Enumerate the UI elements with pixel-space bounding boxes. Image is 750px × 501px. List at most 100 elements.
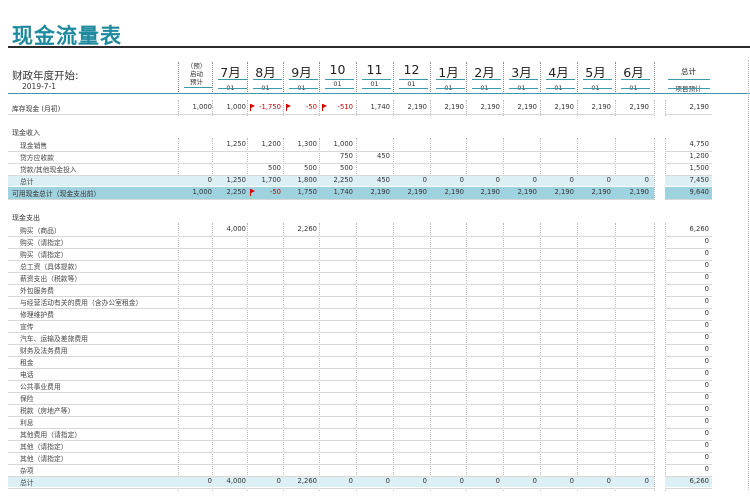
month-header-6[interactable]: 12 01 bbox=[395, 62, 428, 88]
row-cell[interactable]: 2,190 bbox=[505, 103, 537, 111]
row-cell[interactable]: 1,700 bbox=[249, 176, 281, 184]
header-separator bbox=[212, 62, 213, 92]
page-title-colored: 现金流量表 bbox=[12, 24, 122, 48]
row-cell[interactable]: 2,190 bbox=[395, 188, 427, 196]
row-cell[interactable]: 2,190 bbox=[395, 103, 427, 111]
row-label: 购买（请指定） bbox=[20, 251, 68, 259]
expense-row: 保险 0 bbox=[0, 392, 750, 404]
row-cell[interactable]: 0 bbox=[180, 176, 212, 184]
row-cell[interactable]: 4,000 bbox=[214, 477, 246, 485]
row-label: 利息 bbox=[20, 419, 34, 427]
row-cell[interactable]: 0 bbox=[180, 477, 212, 485]
row-total: 0 bbox=[704, 417, 709, 425]
row-cell[interactable]: 2,260 bbox=[285, 225, 317, 233]
expense-row: 税款（房地产等） 0 bbox=[0, 404, 750, 416]
row-cell[interactable]: 1,000 bbox=[321, 140, 353, 148]
row-cell[interactable]: 1,740 bbox=[358, 103, 390, 111]
row-cell[interactable]: 500 bbox=[249, 164, 281, 172]
row-cell[interactable]: 0 bbox=[468, 176, 500, 184]
row-cell[interactable]: 500 bbox=[285, 164, 317, 172]
row-cell[interactable]: 1,750 bbox=[285, 188, 317, 196]
row-label: 现金销售 bbox=[20, 142, 48, 150]
row-total: 0 bbox=[704, 333, 709, 341]
row-cell[interactable]: 0 bbox=[617, 477, 649, 485]
row-cell[interactable]: 1,250 bbox=[214, 176, 246, 184]
month-underline-lower bbox=[621, 88, 650, 89]
row-cell[interactable]: 2,190 bbox=[432, 103, 464, 111]
expense-row: 财务及法务费用 0 bbox=[0, 344, 750, 356]
row-cell[interactable]: 2,190 bbox=[579, 103, 611, 111]
row-cell[interactable]: 2,190 bbox=[505, 188, 537, 196]
row-cell[interactable]: 2,190 bbox=[617, 188, 649, 196]
header-separator bbox=[577, 62, 578, 92]
row-cell[interactable]: 1,200 bbox=[249, 140, 281, 148]
income-row: 贷方应收款 750 450 1,200 bbox=[0, 151, 750, 163]
expense-row: 其他费用（请指定） 0 bbox=[0, 428, 750, 440]
row-cell[interactable]: 4,000 bbox=[214, 225, 246, 233]
row-cell[interactable]: 2,190 bbox=[432, 188, 464, 196]
header-separator bbox=[283, 62, 284, 92]
row-label: 修理维护费 bbox=[20, 311, 54, 319]
month-underline bbox=[253, 79, 282, 80]
month-header-4[interactable]: 10 01 bbox=[321, 62, 354, 88]
row-cell[interactable]: 450 bbox=[358, 176, 390, 184]
row-cell[interactable]: 0 bbox=[321, 477, 353, 485]
month-underline-lower bbox=[583, 88, 612, 89]
row-cell[interactable]: 0 bbox=[542, 176, 574, 184]
row-total: 1,500 bbox=[689, 164, 709, 172]
expense-row: 购买（商品） 4,000 2,260 6,260 bbox=[0, 224, 750, 236]
row-cell[interactable]: 2,190 bbox=[358, 188, 390, 196]
expense-row: 租金 0 bbox=[0, 356, 750, 368]
month-underline-lower bbox=[325, 88, 354, 89]
row-cell[interactable]: 0 bbox=[579, 176, 611, 184]
row-cell[interactable]: 0 bbox=[395, 176, 427, 184]
month-header-5[interactable]: 11 01 bbox=[358, 62, 391, 88]
month-underline bbox=[362, 79, 391, 80]
row-cell[interactable]: 0 bbox=[505, 176, 537, 184]
row-cell[interactable]: 450 bbox=[358, 152, 390, 160]
row-cell[interactable]: 0 bbox=[617, 176, 649, 184]
row-divider-total bbox=[665, 488, 712, 489]
row-cell[interactable]: 1,000 bbox=[214, 103, 246, 111]
expense-section-label: 现金支出 bbox=[12, 214, 40, 222]
row-cell[interactable]: 0 bbox=[542, 477, 574, 485]
row-cell[interactable]: 2,190 bbox=[579, 188, 611, 196]
fiscal-year-date[interactable]: 2019-7-1 bbox=[22, 82, 56, 91]
row-cell[interactable]: 2,190 bbox=[542, 188, 574, 196]
row-cell[interactable]: 2,190 bbox=[468, 103, 500, 111]
row-label: 购买（商品） bbox=[20, 227, 61, 235]
row-cell[interactable]: 0 bbox=[432, 477, 464, 485]
header-separator bbox=[503, 62, 504, 92]
row-cell[interactable]: 0 bbox=[249, 477, 281, 485]
row-cell[interactable]: 0 bbox=[395, 477, 427, 485]
row-cell[interactable]: 0 bbox=[505, 477, 537, 485]
month-year: 01 bbox=[333, 80, 342, 88]
row-cell[interactable]: 1,740 bbox=[321, 188, 353, 196]
row-cell[interactable]: 0 bbox=[579, 477, 611, 485]
negative-flag-icon bbox=[287, 104, 291, 108]
row-cell[interactable]: 1,300 bbox=[285, 140, 317, 148]
month-underline bbox=[436, 79, 465, 80]
row-cell[interactable]: 0 bbox=[432, 176, 464, 184]
row-cell[interactable]: 2,190 bbox=[542, 103, 574, 111]
row-cell[interactable]: 2,260 bbox=[285, 477, 317, 485]
header-separator bbox=[356, 62, 357, 92]
row-cell[interactable]: 1,800 bbox=[285, 176, 317, 184]
row-cell[interactable]: 0 bbox=[468, 477, 500, 485]
row-cell[interactable]: 1,000 bbox=[180, 103, 212, 111]
month-underline bbox=[399, 79, 428, 80]
row-cell[interactable]: 2,250 bbox=[214, 188, 246, 196]
row-cell[interactable]: 2,190 bbox=[468, 188, 500, 196]
row-cell[interactable]: 2,250 bbox=[321, 176, 353, 184]
row-cell[interactable]: 0 bbox=[358, 477, 390, 485]
row-divider-total bbox=[665, 199, 712, 200]
month-underline bbox=[325, 79, 354, 80]
row-total: 0 bbox=[704, 345, 709, 353]
row-cell[interactable]: 2,190 bbox=[617, 103, 649, 111]
row-cell[interactable]: 1,250 bbox=[214, 140, 246, 148]
expense-row: 电话 0 bbox=[0, 368, 750, 380]
row-cell[interactable]: 1,000 bbox=[180, 188, 212, 196]
pre-column-line2: 启动 bbox=[190, 70, 203, 78]
row-cell[interactable]: 750 bbox=[321, 152, 353, 160]
row-cell[interactable]: 500 bbox=[321, 164, 353, 172]
